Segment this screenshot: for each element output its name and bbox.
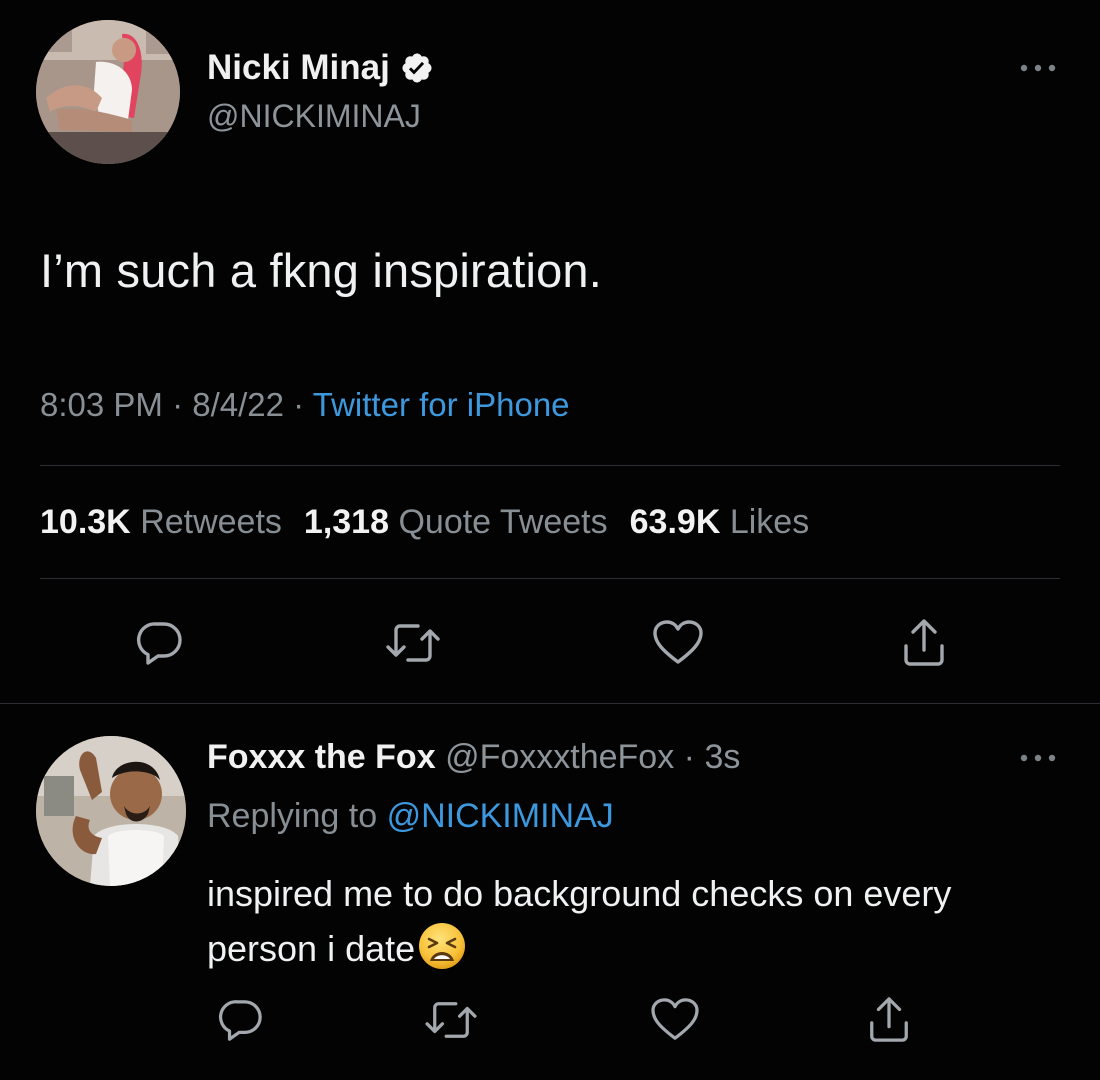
retweets-stat[interactable]: 10.3K Retweets	[40, 503, 282, 541]
reply-author-handle[interactable]: @FoxxxtheFox	[445, 738, 674, 776]
quote-tweets-label: Quote Tweets	[398, 503, 608, 541]
avatar-photo	[36, 20, 180, 164]
tweet-source[interactable]: Twitter for iPhone	[313, 386, 570, 423]
meta-separator: ·	[172, 386, 184, 423]
tweet-stats: 10.3K Retweets 1,318 Quote Tweets 63.9K Li…	[40, 503, 809, 542]
retweets-count: 10.3K	[40, 503, 131, 541]
reply-text-block: inspired me to do background checks on e…	[207, 866, 1067, 976]
tweet-date[interactable]: 8/4/22	[192, 386, 284, 423]
author-name[interactable]: Nicki Minaj	[207, 48, 390, 88]
likes-label: Likes	[729, 503, 810, 541]
reply-age[interactable]: 3s	[704, 738, 740, 776]
retweets-label: Retweets	[140, 503, 282, 541]
quote-tweets-count: 1,318	[303, 503, 390, 541]
tweet-screen: Nicki Minaj @NICKIMINAJ I’m such a fkng …	[0, 0, 1100, 1080]
meta-separator: ·	[293, 386, 305, 423]
tweet-meta: 8:03 PM · 8/4/22 · Twitter for iPhone	[40, 386, 570, 424]
quote-tweets-stat[interactable]: 1,318 Quote Tweets	[304, 503, 608, 541]
divider	[0, 703, 1100, 704]
more-options-icon[interactable]	[1016, 62, 1060, 74]
author-avatar[interactable]	[36, 20, 180, 164]
tweet-text: I’m such a fkng inspiration.	[40, 244, 603, 297]
replying-to-row: Replying to @NICKIMINAJ	[207, 797, 614, 836]
likes-count: 63.9K	[629, 503, 721, 541]
retweet-icon[interactable]	[423, 998, 479, 1042]
share-icon[interactable]	[900, 616, 948, 668]
like-icon[interactable]	[650, 998, 700, 1042]
tweet-time[interactable]: 8:03 PM	[40, 386, 163, 423]
reply-text: inspired me to do background checks on e…	[207, 873, 952, 969]
replying-to-label: Replying to	[207, 797, 378, 835]
reply-icon[interactable]	[218, 998, 264, 1042]
retweet-icon[interactable]	[384, 620, 442, 666]
weary-face-emoji	[419, 923, 466, 969]
reply-header: Foxxx the Fox @FoxxxtheFox · 3s	[207, 738, 740, 777]
avatar-photo	[36, 736, 186, 886]
like-icon[interactable]	[652, 620, 704, 666]
verified-badge-icon	[402, 53, 432, 83]
more-options-icon[interactable]	[1016, 752, 1060, 764]
reply-icon[interactable]	[136, 620, 184, 666]
reply-author-name[interactable]: Foxxx the Fox	[207, 738, 436, 776]
reply-author-avatar[interactable]	[36, 736, 186, 886]
likes-stat[interactable]: 63.9K Likes	[630, 503, 810, 541]
meta-separator: ·	[683, 738, 695, 776]
divider	[40, 578, 1060, 579]
divider	[40, 465, 1060, 466]
author-name-row: Nicki Minaj	[207, 48, 434, 88]
author-handle[interactable]: @NICKIMINAJ	[207, 98, 421, 135]
share-icon[interactable]	[866, 994, 912, 1044]
replying-to-mention[interactable]: @NICKIMINAJ	[387, 797, 614, 835]
